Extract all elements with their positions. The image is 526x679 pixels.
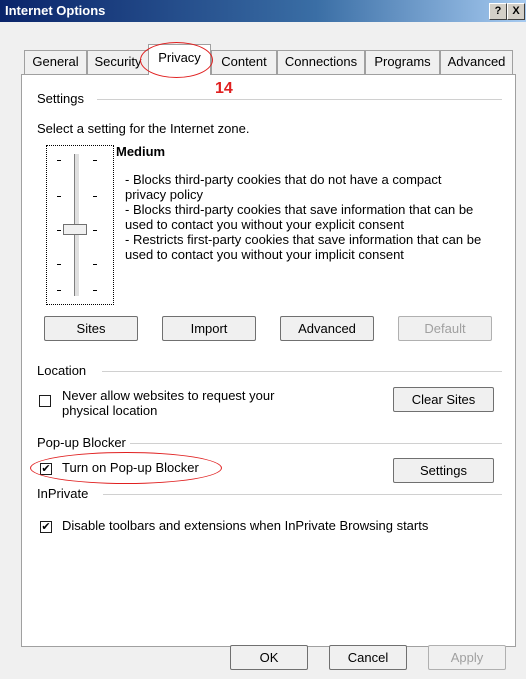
slider-tick (93, 160, 97, 161)
slider-thumb[interactable] (63, 224, 87, 235)
slider-tick (93, 196, 97, 197)
slider-tick (57, 196, 61, 197)
tab-general[interactable]: General (24, 50, 87, 74)
slider-tick (93, 230, 97, 231)
tab-advanced[interactable]: Advanced (440, 50, 513, 74)
tab-privacy[interactable]: Privacy (148, 44, 211, 75)
slider-tick (57, 230, 61, 231)
settings-divider (97, 99, 502, 100)
privacy-level-title: Medium (116, 144, 166, 159)
inprivate-checkbox[interactable]: ✔ (40, 521, 52, 533)
privacy-level-description: - Blocks third-party cookies that do not… (125, 172, 482, 262)
close-button[interactable]: X (507, 3, 525, 20)
privacy-level-slider[interactable] (46, 145, 114, 305)
inprivate-checkbox-label: Disable toolbars and extensions when InP… (62, 518, 429, 533)
popup-divider (130, 443, 502, 444)
location-checkbox-label: Never allow websites to request your phy… (62, 388, 275, 418)
sites-button[interactable]: Sites (44, 316, 138, 341)
privacy-panel: 14 Settings Select a setting for the Int… (21, 74, 516, 647)
help-button[interactable]: ? (489, 3, 507, 20)
apply-button[interactable]: Apply (428, 645, 506, 670)
tab-connections[interactable]: Connections (277, 50, 365, 74)
inprivate-divider (103, 494, 502, 495)
slider-tick (57, 290, 61, 291)
advanced-button[interactable]: Advanced (280, 316, 374, 341)
location-divider (102, 371, 502, 372)
step-number-label: 14 (215, 80, 233, 97)
tab-security[interactable]: Security (87, 50, 149, 74)
title-bar: Internet Options ? X (0, 0, 526, 22)
popup-blocker-checkbox[interactable]: ✔ (40, 463, 52, 475)
tab-content[interactable]: Content (211, 50, 277, 74)
location-checkbox[interactable] (39, 395, 51, 407)
slider-tick (57, 264, 61, 265)
ok-button[interactable]: OK (230, 645, 308, 670)
popup-settings-button[interactable]: Settings (393, 458, 494, 483)
import-button[interactable]: Import (162, 316, 256, 341)
default-button[interactable]: Default (398, 316, 492, 341)
zone-instruction-text: Select a setting for the Internet zone. (37, 121, 250, 136)
popup-blocker-checkbox-label: Turn on Pop-up Blocker (62, 460, 199, 475)
cancel-button[interactable]: Cancel (329, 645, 407, 670)
popup-blocker-group-label: Pop-up Blocker (37, 435, 126, 450)
settings-group-label: Settings (37, 91, 84, 106)
slider-tick (93, 264, 97, 265)
location-group-label: Location (37, 363, 87, 378)
slider-tick (57, 160, 61, 161)
slider-tick (93, 290, 97, 291)
tab-programs[interactable]: Programs (365, 50, 440, 74)
internet-options-window: Internet Options ? X General Security Pr… (0, 0, 526, 679)
window-title: Internet Options (5, 3, 106, 18)
clear-sites-button[interactable]: Clear Sites (393, 387, 494, 412)
inprivate-group-label: InPrivate (37, 486, 89, 501)
